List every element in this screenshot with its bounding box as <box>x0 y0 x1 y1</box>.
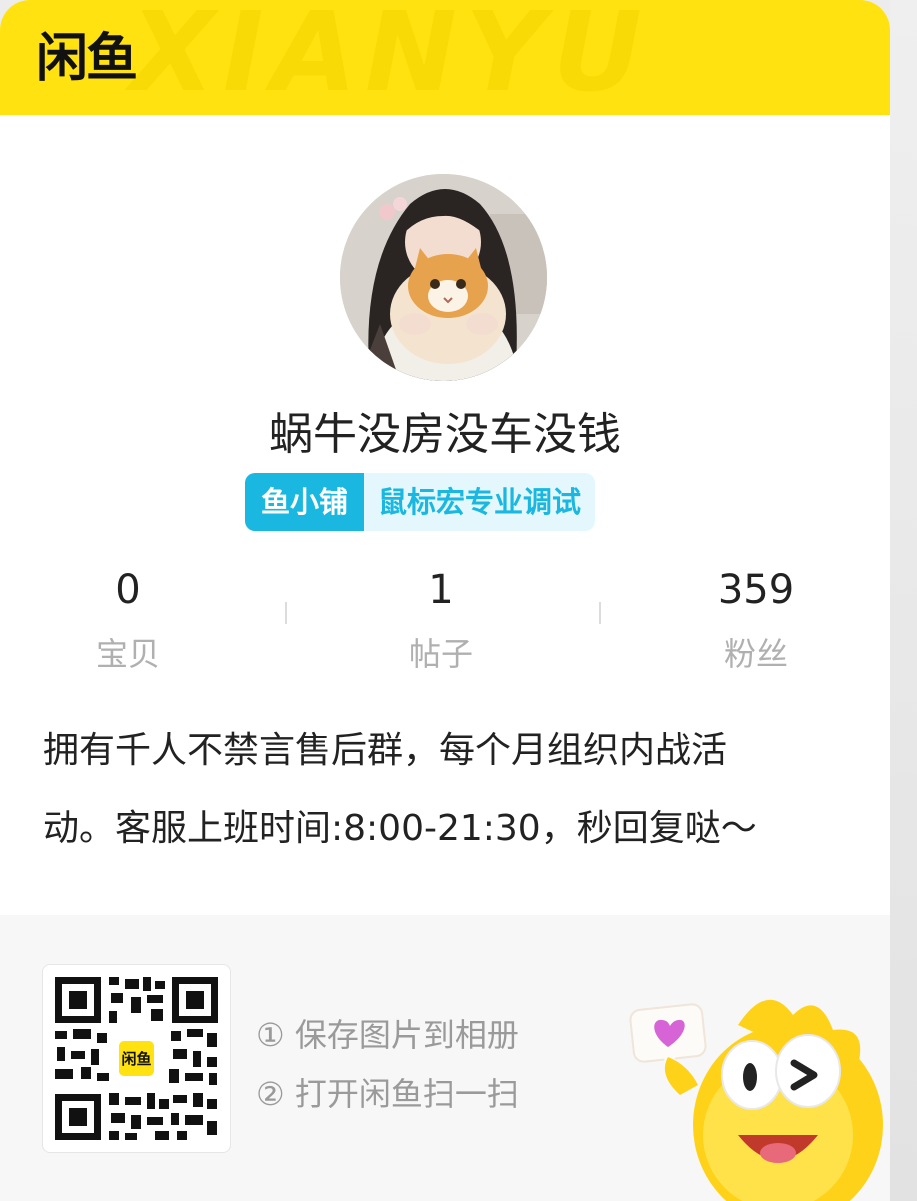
avatar-image <box>340 174 547 381</box>
fish-mascot-icon <box>618 985 890 1201</box>
stat-divider <box>285 602 287 624</box>
instruction-scan: ② 打开闲鱼扫一扫 <box>256 1075 519 1113</box>
bio-line: 拥有千人不禁言售后群，每个月组织内战活 <box>43 730 728 771</box>
avatar[interactable] <box>340 174 547 381</box>
stat-items-count: 0 <box>115 567 141 613</box>
bio-line: 动。客服上班时间:8:00-21:30，秒回复哒～ <box>43 808 757 849</box>
stat-items[interactable]: 0 宝贝 <box>38 565 218 675</box>
stat-items-label: 宝贝 <box>95 635 160 673</box>
stat-followers[interactable]: 359 粉丝 <box>666 565 846 675</box>
stat-posts-label: 帖子 <box>408 635 473 673</box>
shop-badge[interactable]: 鱼小铺 鼠标宏专业调试 <box>245 473 596 531</box>
qr-center-logo: 闲鱼 <box>121 1050 151 1068</box>
username: 蜗牛没房没车没钱 <box>269 409 621 460</box>
stat-posts-count: 1 <box>428 567 454 613</box>
bio: 拥有千人不禁言售后群，每个月组织内战活 动。客服上班时间:8:00-21:30，… <box>43 712 833 868</box>
instruction-save: ① 保存图片到相册 <box>256 1016 519 1054</box>
qr-code-image: 闲鱼 <box>55 977 218 1140</box>
shop-badge-label: 鱼小铺 <box>245 473 365 531</box>
stat-followers-count: 359 <box>717 567 795 613</box>
fish-mascot-illustration <box>629 999 883 1201</box>
xianyu-logo: 闲鱼 <box>36 29 138 89</box>
stat-posts[interactable]: 1 帖子 <box>351 565 531 675</box>
background-edge <box>890 0 917 1201</box>
profile-card: XIANYU 闲鱼 蜗牛没房没车没钱 鱼小铺 鼠标宏专业调试 0 宝贝 1 帖子… <box>0 0 890 1201</box>
qr-code[interactable]: 闲鱼 <box>42 964 231 1153</box>
shop-badge-description: 鼠标宏专业调试 <box>364 473 596 531</box>
stat-followers-label: 粉丝 <box>723 635 788 673</box>
header-watermark: XIANYU <box>130 0 650 116</box>
stat-divider <box>599 602 601 624</box>
app-header: XIANYU 闲鱼 <box>0 0 890 116</box>
